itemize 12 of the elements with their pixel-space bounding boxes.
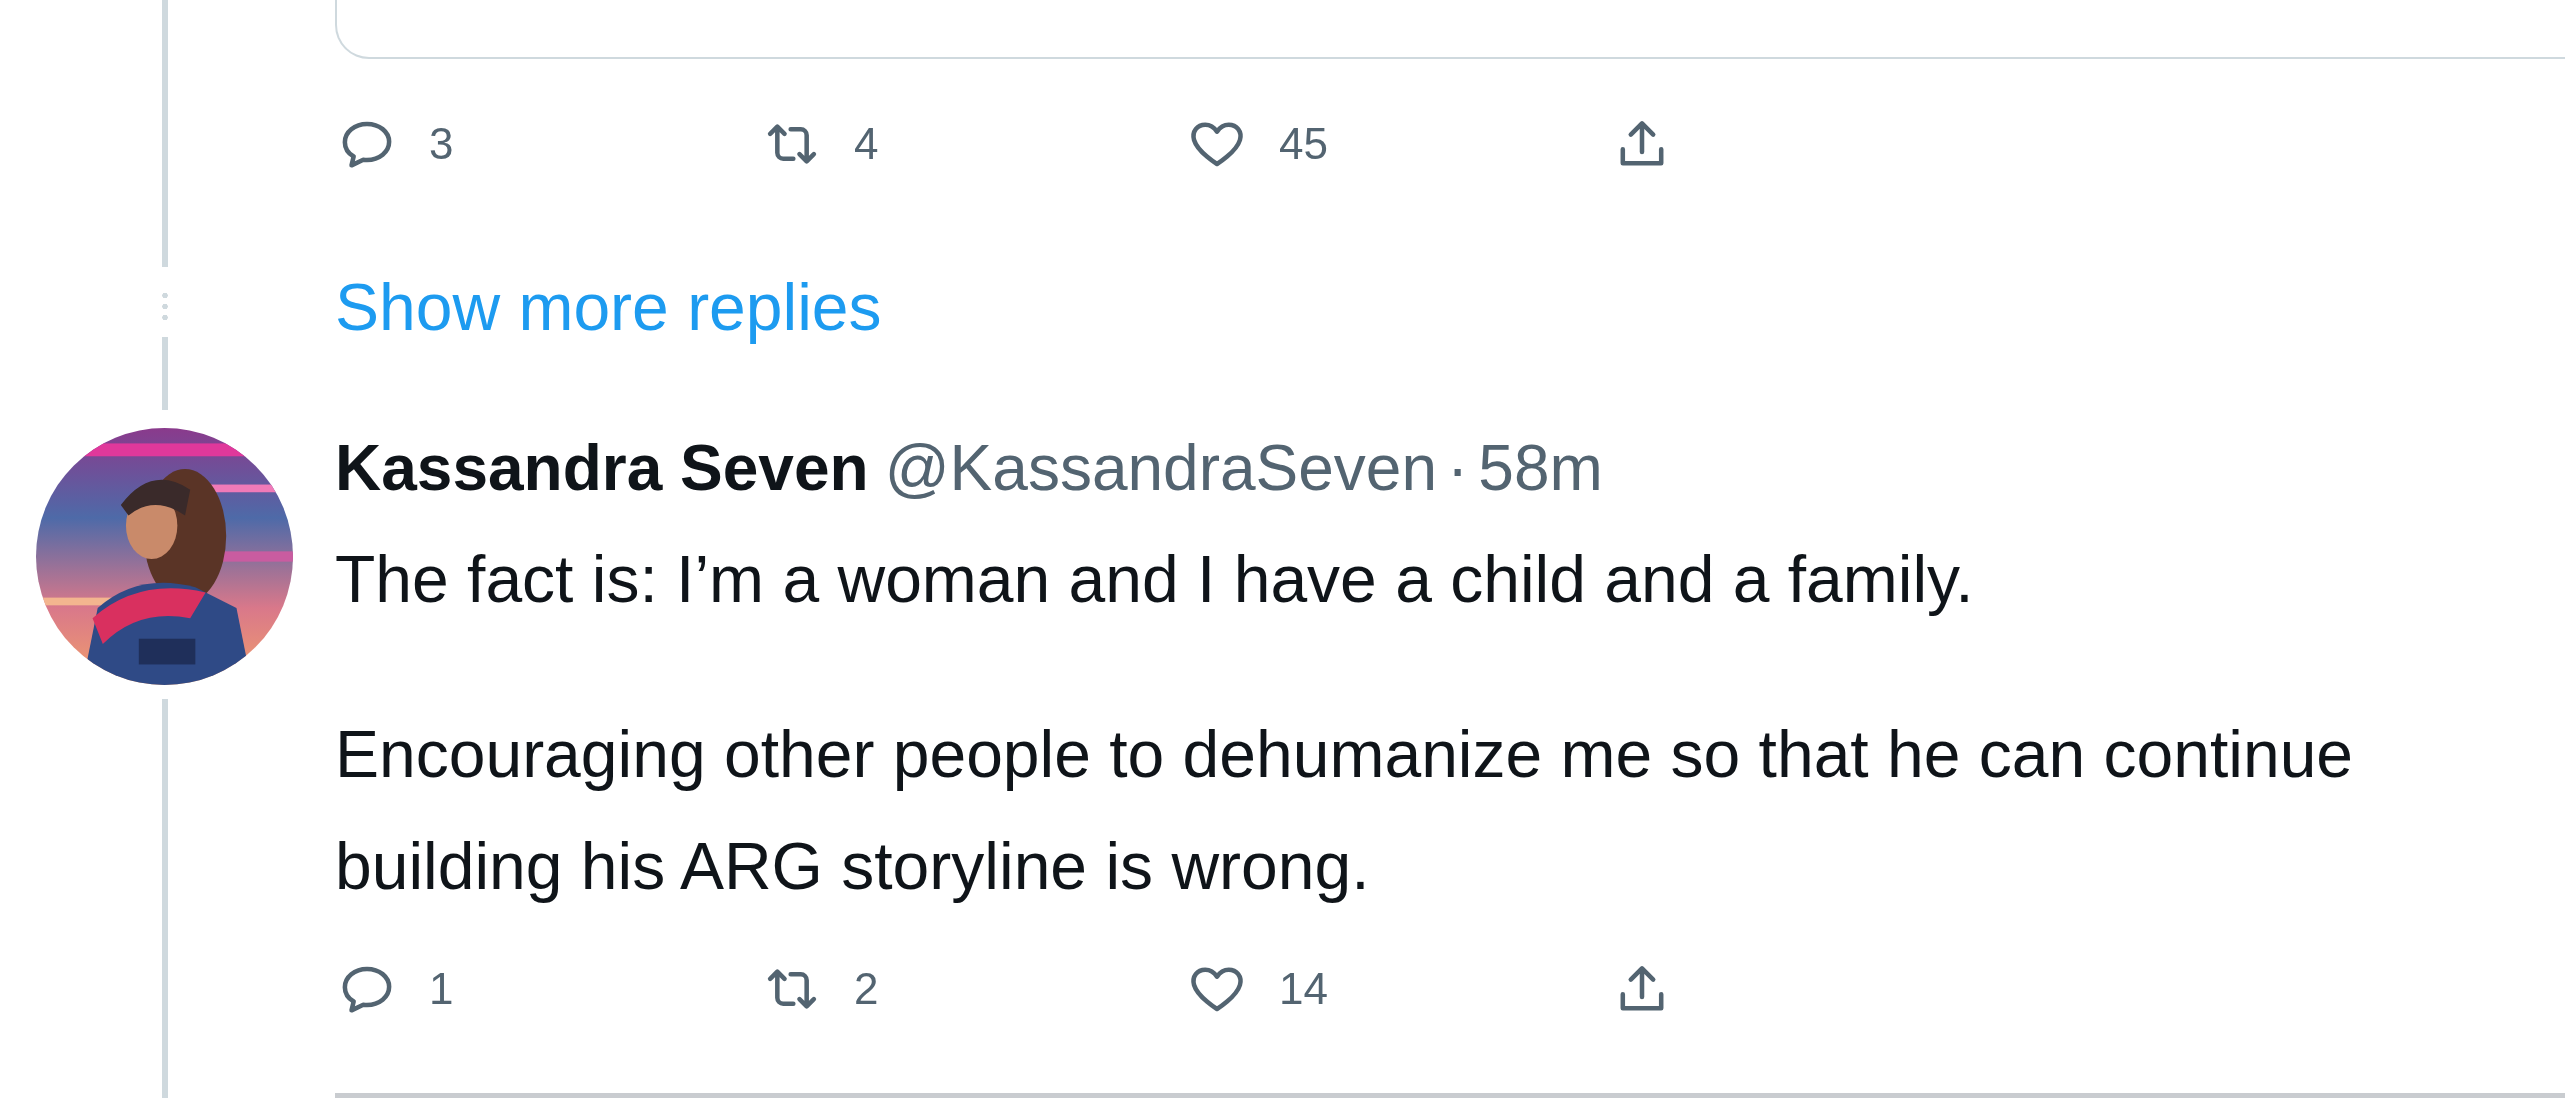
author-name[interactable]: Kassandra Seven (335, 428, 869, 508)
like-button[interactable]: 14 (1185, 957, 1328, 1021)
reply-button[interactable]: 3 (335, 112, 454, 176)
reply-button[interactable]: 1 (335, 957, 454, 1021)
retweet-button[interactable]: 4 (760, 112, 879, 176)
separator: · (1447, 431, 1469, 506)
author-handle[interactable]: @KassandraSeven (884, 428, 1438, 508)
like-button[interactable]: 45 (1185, 112, 1328, 176)
tweet-text: The fact is: I’m a woman and I have a child and a family. (335, 541, 1975, 618)
tweet-text: Encouraging other people to dehumanize me so that he can continue building his ARG storyline is wrong. (335, 716, 2355, 905)
retweet-button[interactable]: 2 (760, 957, 879, 1021)
timestamp[interactable]: 58m (1478, 428, 1603, 508)
